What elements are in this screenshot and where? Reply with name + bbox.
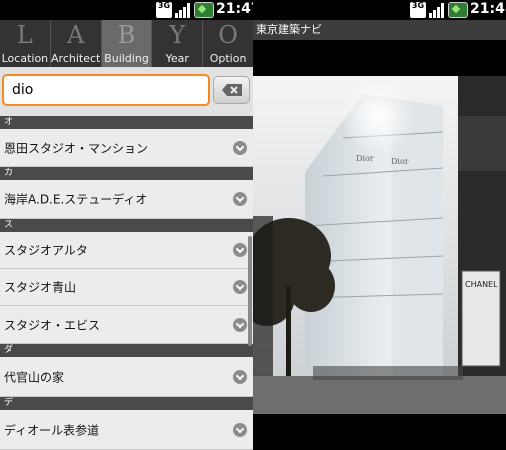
chevron-down-icon[interactable] — [233, 140, 247, 155]
left-screen: 3G 21:47 L Location A Architect B Building … — [0, 0, 253, 450]
chevron-down-icon[interactable] — [233, 422, 247, 437]
tab-location[interactable]: L Location — [0, 20, 51, 67]
battery-icon — [194, 2, 214, 18]
section-header: ダ — [0, 344, 253, 357]
section-header: オ — [0, 116, 253, 129]
tab-label: Year — [165, 52, 189, 65]
building-list: オ 恩田スタジオ・マンション カ 海岸A.D.E.ステューディオ ス スタジオア… — [0, 116, 253, 450]
tab-label: Building — [104, 52, 149, 65]
list-item-label: ディオール表参道 — [4, 423, 100, 437]
tab-label: Location — [1, 52, 49, 65]
list-item-label: 恩田スタジオ・マンション — [4, 141, 149, 155]
list-item[interactable]: スタジオ・エビス — [0, 306, 253, 344]
section-header: ス — [0, 219, 253, 232]
list-item[interactable]: 代官山の家 — [0, 357, 253, 397]
battery-icon — [448, 2, 468, 18]
status-icons: 3G — [156, 2, 214, 18]
building-photo[interactable]: Dior Dior CHANEL — [253, 76, 506, 414]
right-screen: 3G 21:48 東京建築ナビ Dior Dior CHANEL — [253, 0, 506, 450]
tab-label: Option — [209, 52, 247, 65]
signal-icon — [429, 2, 445, 18]
app-title: 東京建築ナビ — [253, 20, 506, 40]
tab-letter: A — [67, 21, 85, 49]
list-item-label: スタジオアルタ — [4, 243, 88, 258]
section-header: カ — [0, 167, 253, 180]
clear-input-icon — [222, 84, 242, 96]
tab-year[interactable]: Y Year — [152, 20, 204, 67]
chevron-down-icon[interactable] — [233, 192, 247, 206]
status-bar: 3G 21:48 — [253, 0, 506, 20]
list-item[interactable]: スタジオアルタ — [0, 232, 253, 269]
tab-letter: O — [218, 21, 238, 49]
tab-letter: B — [117, 21, 136, 49]
chevron-down-icon[interactable] — [233, 369, 247, 384]
tab-bar: L Location A Architect B Building Y Year O Op… — [0, 20, 253, 67]
status-icons: 3G — [410, 2, 468, 18]
list-item[interactable]: 恩田スタジオ・マンション — [0, 129, 253, 167]
status-bar: 3G 21:47 — [0, 0, 253, 20]
status-time: 21:48 — [470, 1, 506, 17]
tab-label: Architect — [51, 52, 101, 65]
tab-letter: Y — [169, 21, 186, 49]
status-time: 21:47 — [216, 1, 253, 17]
sign-dior-2: Dior — [391, 157, 409, 166]
sign-chanel: CHANEL — [465, 280, 498, 289]
network-3g-icon: 3G — [156, 2, 172, 18]
signal-icon — [175, 2, 191, 18]
chevron-down-icon[interactable] — [233, 317, 247, 332]
list-item-label: スタジオ・エビス — [4, 318, 101, 332]
list-item[interactable]: 海岸A.D.E.ステューディオ — [0, 180, 253, 219]
scrollbar[interactable] — [248, 236, 252, 346]
clear-button[interactable] — [213, 76, 250, 104]
list-item-label: 海岸A.D.E.ステューディオ — [4, 192, 148, 207]
chevron-down-icon[interactable] — [233, 243, 247, 257]
list-item[interactable]: スタジオ青山 — [0, 269, 253, 306]
search-input[interactable] — [2, 74, 210, 106]
network-3g-icon: 3G — [410, 2, 426, 18]
list-item[interactable]: ディオール表参道 — [0, 410, 253, 450]
sign-dior-1: Dior — [356, 154, 374, 163]
chevron-down-icon[interactable] — [233, 280, 247, 294]
tab-option[interactable]: O Option — [203, 20, 253, 67]
tab-architect[interactable]: A Architect — [51, 20, 102, 67]
tab-building[interactable]: B Building — [101, 20, 153, 67]
list-item-label: 代官山の家 — [4, 370, 65, 384]
list-item-label: スタジオ青山 — [4, 280, 77, 295]
tab-letter: L — [16, 21, 33, 49]
section-header: デ — [0, 397, 253, 410]
